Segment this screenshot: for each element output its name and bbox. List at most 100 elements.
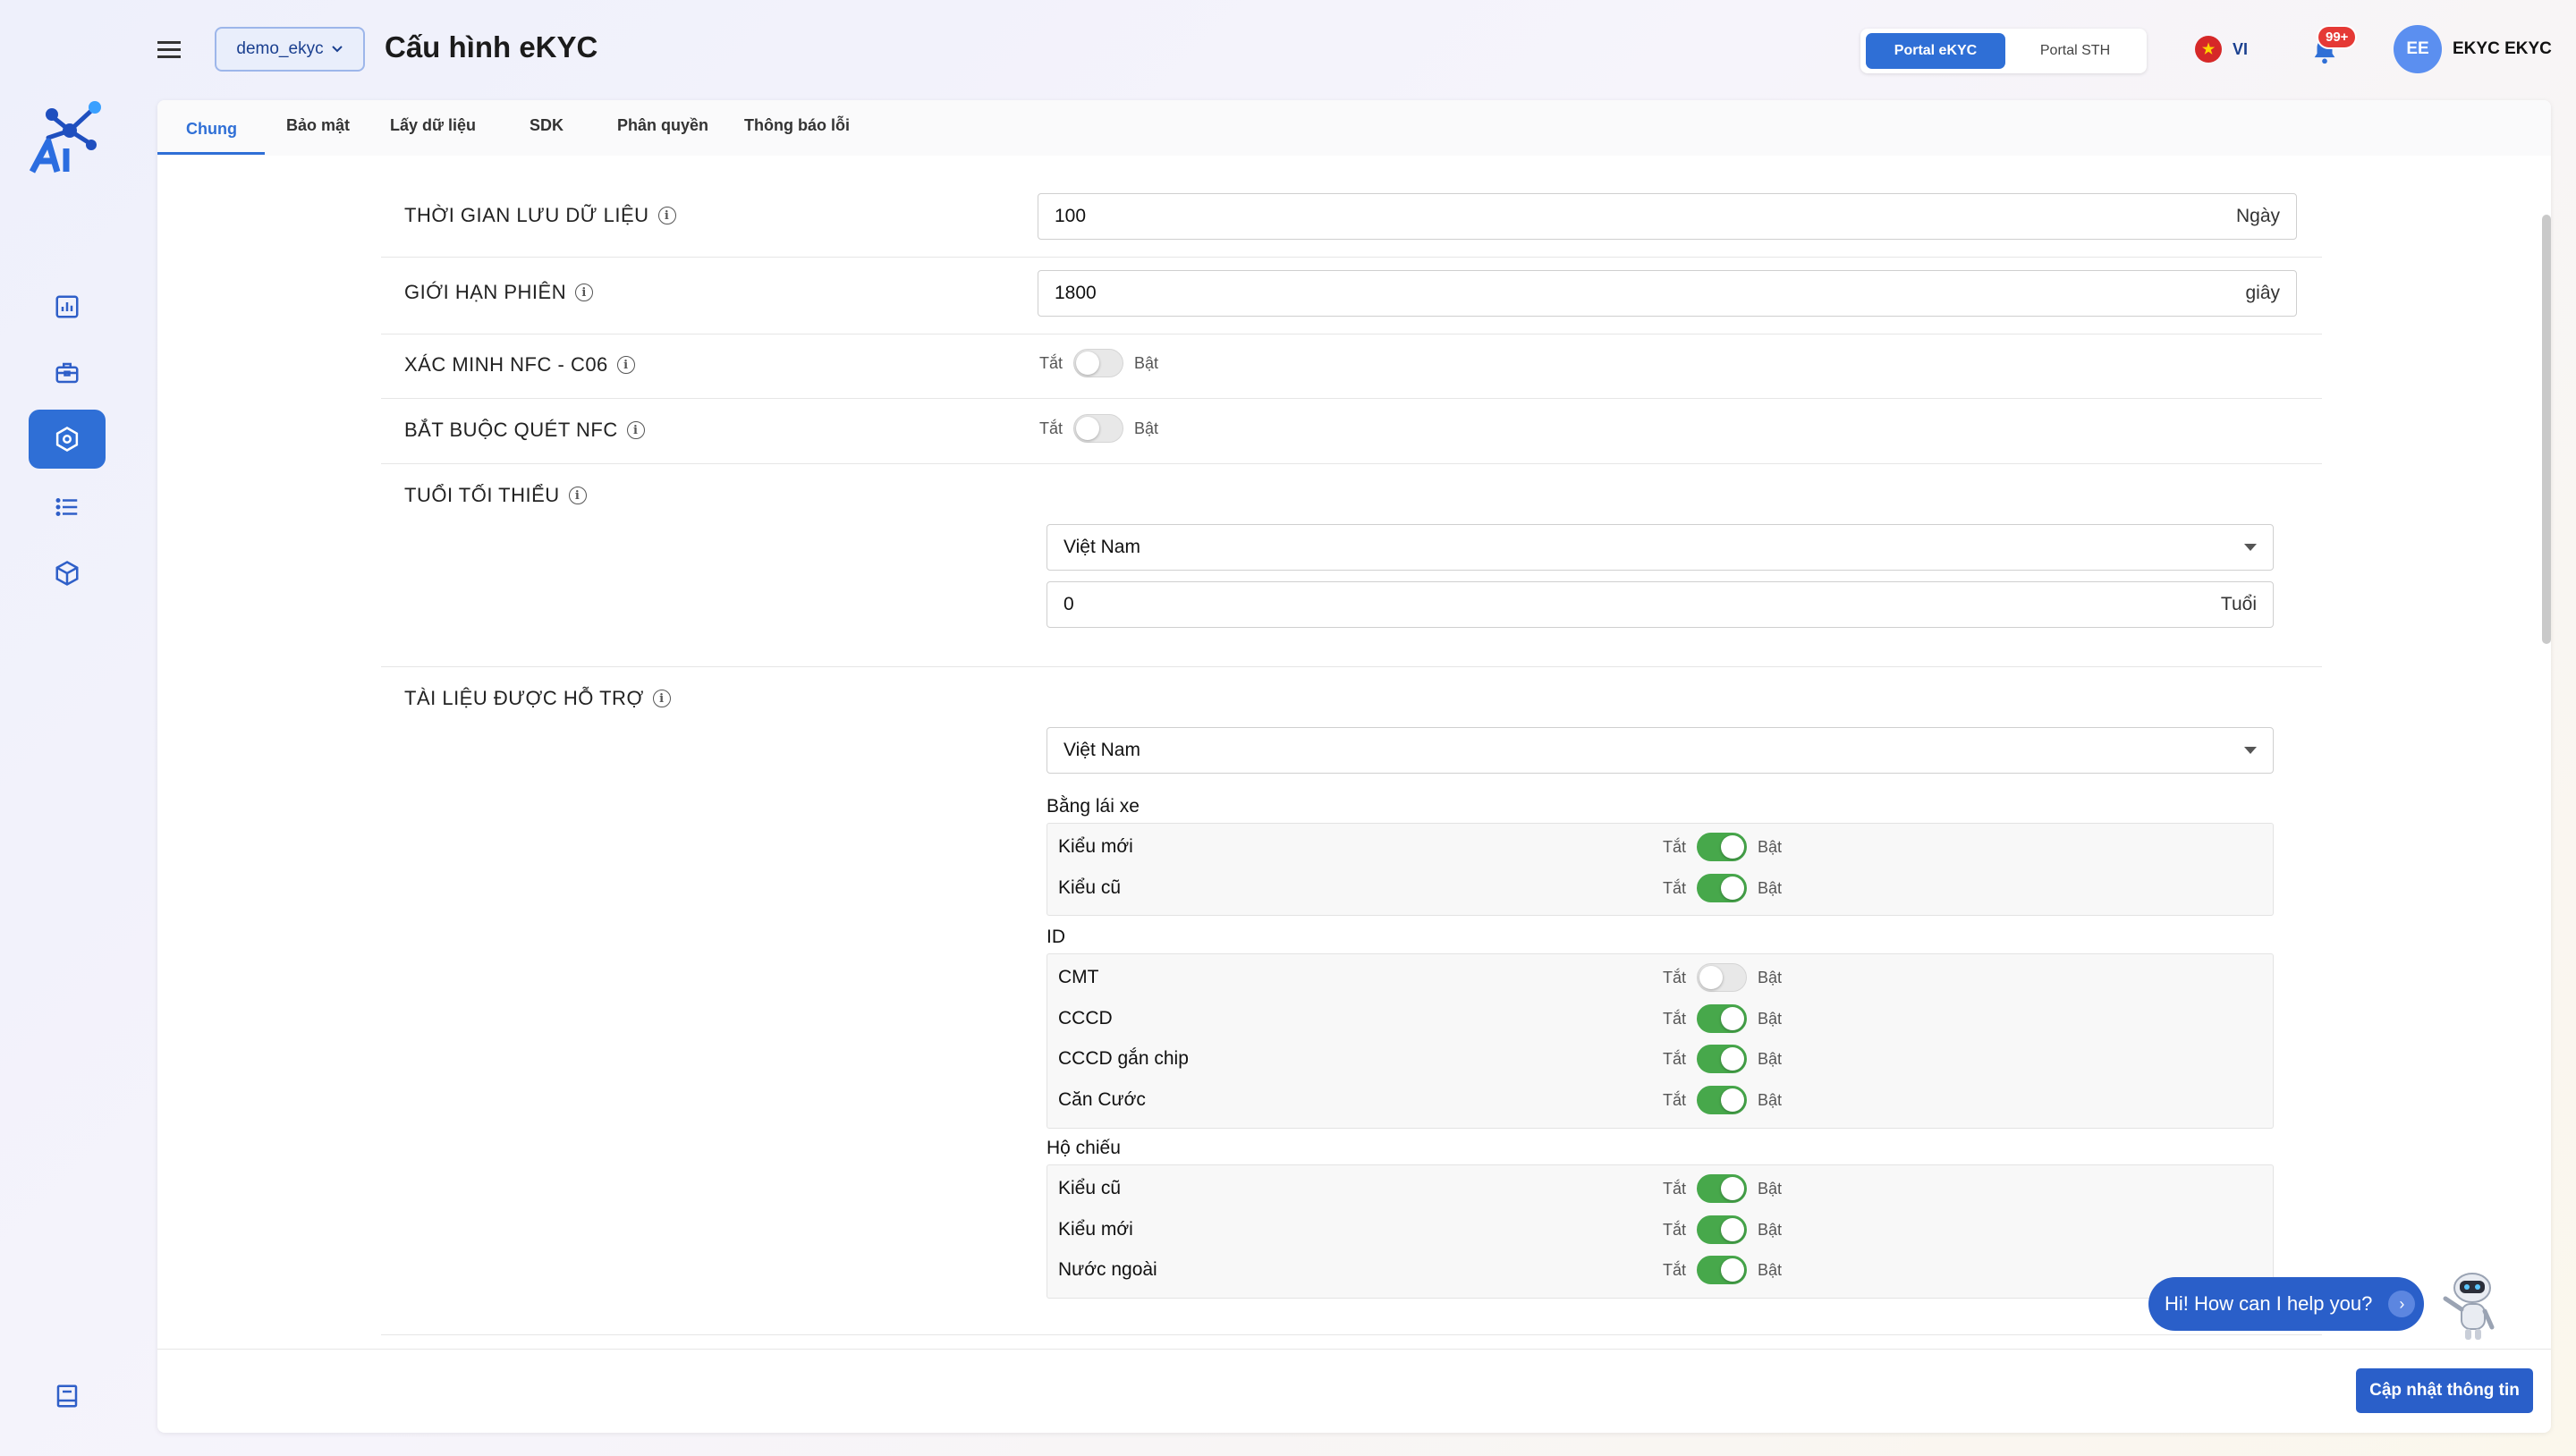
sidebar-item-settings[interactable] [29, 410, 106, 469]
info-icon[interactable]: i [657, 207, 676, 224]
doc-group-driving-license: Kiểu mới Tắt Bật Kiểu cũ Tắt Bật [1046, 823, 2274, 916]
toggle-on-label: Bật [1758, 1220, 1783, 1239]
nfc-required-label: BẮT BUỘC QUÉT NFC i [404, 419, 645, 442]
doc-toggle[interactable] [1697, 1086, 1748, 1114]
doc-item-label: Kiểu cũ [1058, 877, 1122, 898]
nfc-c06-toggle-group: Tắt Bật [1039, 349, 1158, 377]
min-age-country-select[interactable]: Việt Nam [1046, 524, 2274, 571]
portal-ekyc-button[interactable]: Portal eKYC [1866, 33, 2005, 69]
docs-country-value: Việt Nam [1063, 740, 1140, 760]
min-age-value: 0 [1063, 594, 1074, 614]
doc-toggle[interactable] [1697, 1174, 1748, 1203]
username[interactable]: EKYC EKYC [2453, 39, 2552, 59]
update-button[interactable]: Cập nhật thông tin [2356, 1368, 2533, 1413]
tenant-selector[interactable]: demo_ekyc [215, 27, 365, 72]
tab-permissions[interactable]: Phân quyền [617, 116, 708, 135]
divider [381, 666, 2322, 667]
docs-label: TÀI LIỆU ĐƯỢC HỖ TRỢ i [404, 687, 671, 710]
toggle-on-label: Bật [1758, 1009, 1783, 1028]
tab-general[interactable]: Chung [186, 120, 237, 139]
sidebar-item-list[interactable] [29, 478, 106, 537]
doc-group-id: CMT Tắt Bật CCCD Tắt Bật CCCD gắn chip T… [1046, 953, 2274, 1129]
session-input[interactable]: 1800 giây [1038, 270, 2297, 317]
info-icon[interactable]: i [616, 356, 635, 374]
info-icon[interactable]: i [575, 284, 594, 301]
toggle-off-label: Tắt [1039, 419, 1063, 437]
briefcase-icon [55, 362, 79, 384]
doc-toggle[interactable] [1697, 1215, 1748, 1244]
portal-sth-button[interactable]: Portal STH [2009, 33, 2141, 69]
chatbot-robot-icon[interactable] [2438, 1268, 2503, 1343]
toggle-off-label: Tắt [1663, 1220, 1687, 1239]
retention-label: THỜI GIAN LƯU DỮ LIỆU i [404, 204, 676, 227]
nfc-required-label-text: BẮT BUỘC QUÉT NFC [404, 419, 618, 441]
doc-toggle[interactable] [1697, 1045, 1748, 1073]
docs-country-select[interactable]: Việt Nam [1046, 727, 2274, 774]
retention-unit: Ngày [2235, 206, 2280, 226]
chevron-right-icon: › [2388, 1291, 2416, 1317]
chat-prompt-text: Hi! How can I help you? [2165, 1292, 2373, 1315]
retention-input[interactable]: 100 Ngày [1038, 193, 2297, 240]
doc-toggle[interactable] [1697, 874, 1748, 902]
doc-toggle-group: Tắt Bật [1663, 1215, 1782, 1244]
menu-toggle-button[interactable] [157, 39, 184, 61]
sidebar-item-dashboard[interactable] [29, 277, 106, 336]
doc-toggle[interactable] [1697, 1256, 1748, 1284]
doc-group-title: ID [1046, 927, 1065, 947]
docs-label-text: TÀI LIỆU ĐƯỢC HỖ TRỢ [404, 687, 644, 709]
toggle-off-label: Tắt [1663, 968, 1687, 986]
toggle-off-label: Tắt [1663, 1179, 1687, 1198]
nfc-required-toggle-group: Tắt Bật [1039, 414, 1158, 443]
avatar[interactable]: EE [2394, 25, 2442, 73]
sidebar-item-docs[interactable] [29, 1367, 106, 1426]
toggle-off-label: Tắt [1039, 353, 1063, 372]
app-logo[interactable] [25, 97, 107, 174]
doc-item-label: CCCD gắn chip [1058, 1048, 1189, 1069]
session-value: 1800 [1055, 283, 1097, 303]
info-icon[interactable]: i [652, 690, 671, 707]
doc-group-title: Hộ chiếu [1046, 1138, 1121, 1158]
tab-bar: Chung Bảo mật Lấy dữ liệu SDK Phân quyền… [157, 100, 2551, 156]
tab-sdk[interactable]: SDK [530, 116, 564, 135]
divider [381, 257, 2322, 258]
doc-item-label: Căn Cước [1058, 1089, 1146, 1110]
toggle-off-label: Tắt [1663, 1090, 1687, 1109]
doc-toggle[interactable] [1697, 963, 1748, 992]
divider [381, 1334, 2322, 1335]
divider [381, 463, 2322, 464]
doc-group-title: Bằng lái xe [1046, 796, 1140, 817]
sidebar-item-business[interactable] [29, 343, 106, 402]
doc-toggle-group: Tắt Bật [1663, 1004, 1782, 1033]
info-icon[interactable]: i [568, 487, 587, 504]
toggle-on-label: Bật [1134, 419, 1159, 437]
divider [381, 398, 2322, 399]
toggle-off-label: Tắt [1663, 1009, 1687, 1028]
caret-down-icon [2244, 544, 2257, 551]
scrollbar[interactable] [2542, 215, 2551, 644]
settings-card: Chung Bảo mật Lấy dữ liệu SDK Phân quyền… [157, 100, 2551, 1433]
toggle-on-label: Bật [1758, 1090, 1783, 1109]
page-title: Cấu hình eKYC [385, 30, 598, 63]
caret-down-icon [2244, 747, 2257, 754]
toggle-on-label: Bật [1758, 1260, 1783, 1279]
portal-switch: Portal eKYC Portal STH [1860, 29, 2147, 73]
min-age-input[interactable]: 0 Tuổi [1046, 581, 2274, 628]
nfc-c06-toggle[interactable] [1073, 349, 1124, 377]
tab-error-messages[interactable]: Thông báo lỗi [744, 116, 850, 135]
language-selector[interactable]: ★ VI [2195, 36, 2248, 63]
info-icon[interactable]: i [626, 421, 645, 439]
doc-toggle-group: Tắt Bật [1663, 833, 1782, 861]
doc-toggle[interactable] [1697, 833, 1748, 861]
doc-toggle[interactable] [1697, 1004, 1748, 1033]
tab-data-retrieval[interactable]: Lấy dữ liệu [390, 116, 476, 135]
book-icon [56, 1384, 78, 1408]
doc-item-label: Nước ngoài [1058, 1259, 1157, 1280]
toggle-on-label: Bật [1134, 353, 1159, 372]
toggle-off-label: Tắt [1663, 837, 1687, 856]
tab-security[interactable]: Bảo mật [286, 116, 350, 135]
sidebar-item-package[interactable] [29, 544, 106, 603]
nfc-required-toggle[interactable] [1073, 414, 1124, 443]
chat-prompt-button[interactable]: Hi! How can I help you? › [2148, 1277, 2424, 1331]
retention-value: 100 [1055, 206, 1087, 226]
toggle-off-label: Tắt [1663, 1260, 1687, 1279]
